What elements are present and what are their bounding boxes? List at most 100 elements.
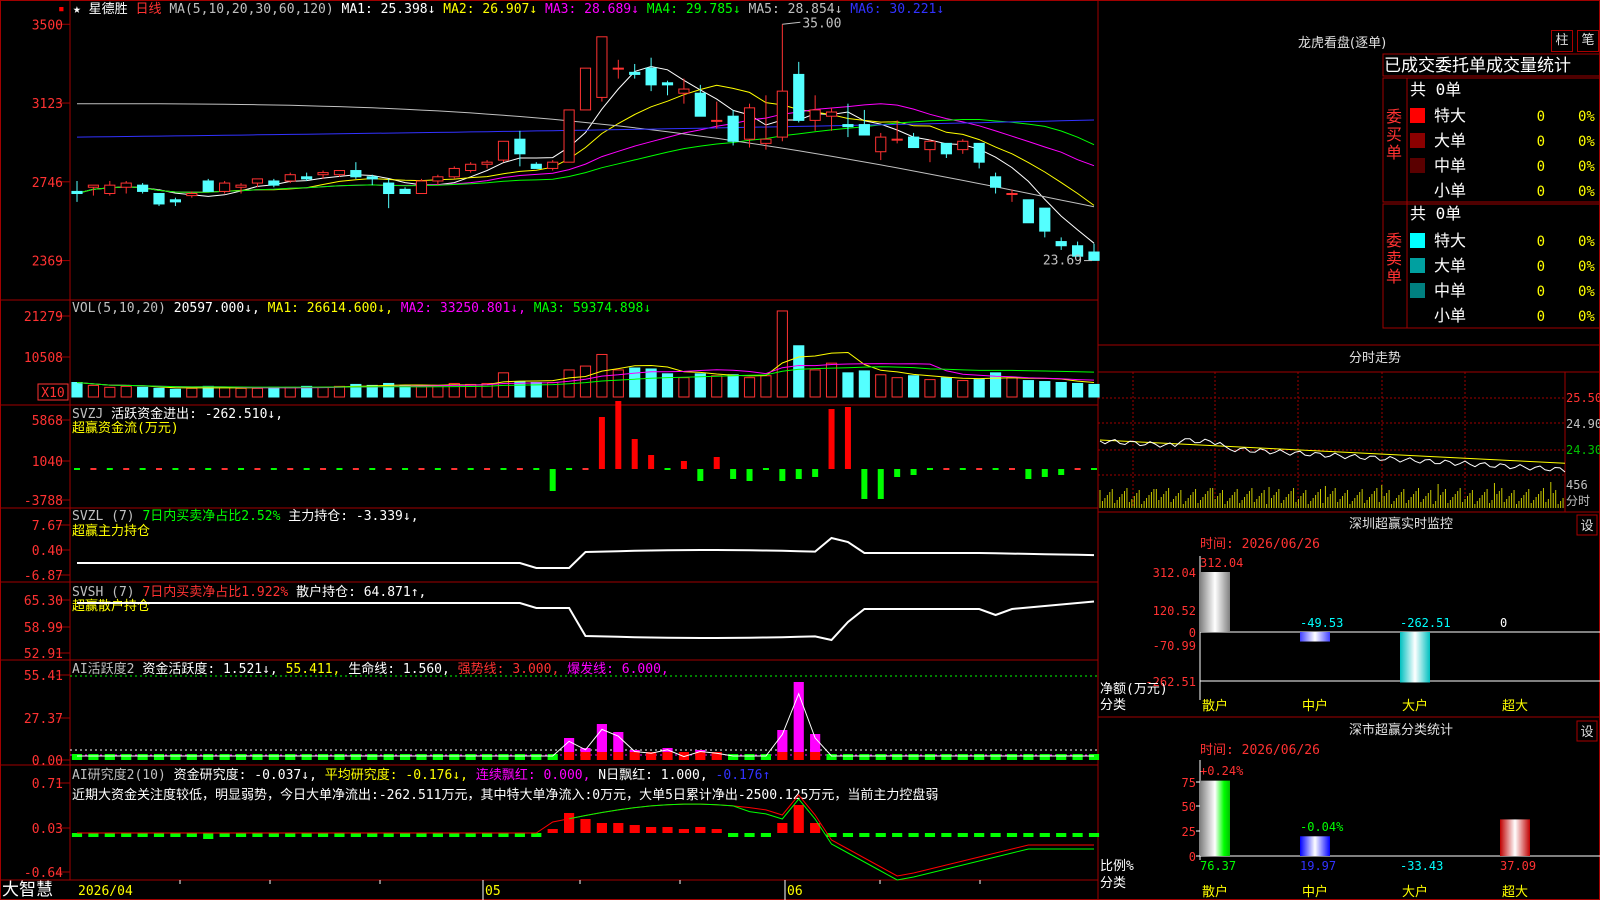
svzj-bar bbox=[582, 468, 589, 470]
ai-active-base bbox=[613, 752, 624, 760]
ai-active-bar bbox=[1039, 754, 1050, 760]
svzj-bar bbox=[156, 468, 163, 470]
ai-active-bar bbox=[153, 754, 165, 760]
lhb-buy-side-label: 委 bbox=[1386, 107, 1402, 126]
volume-bar bbox=[727, 374, 739, 398]
sz-class-category: 散户 bbox=[1202, 884, 1228, 900]
candle-body bbox=[924, 140, 936, 151]
ai-active-bar bbox=[88, 754, 99, 760]
sz-monitor-tick: 312.04 bbox=[1153, 566, 1196, 580]
ai-research-bar bbox=[203, 833, 214, 839]
ai-research-bar bbox=[235, 833, 247, 837]
svzl-subtitle: 超赢主力持仓 bbox=[72, 523, 150, 539]
svzj-bar bbox=[828, 409, 835, 469]
candle-body bbox=[694, 92, 706, 117]
ai-research-bar bbox=[875, 833, 886, 837]
svzj-bar bbox=[1074, 468, 1081, 470]
candle-body bbox=[612, 67, 624, 70]
candle-body bbox=[776, 90, 788, 138]
lhb-sell-row-label: 特大 bbox=[1434, 231, 1466, 250]
column-mode-button[interactable]: 柱 bbox=[1551, 30, 1573, 52]
sz-class-bar bbox=[1200, 780, 1230, 856]
svzj-bar bbox=[533, 468, 540, 470]
lhb-sell-side-label: 单 bbox=[1386, 267, 1402, 286]
tick-mode-button[interactable]: 笔 bbox=[1577, 30, 1599, 52]
sz-class-value: 37.09 bbox=[1500, 859, 1536, 873]
candle-5 bbox=[153, 193, 165, 207]
ai-active-bar bbox=[186, 754, 197, 760]
candle-body bbox=[120, 182, 132, 188]
candle-body bbox=[497, 140, 510, 161]
candle-47 bbox=[842, 103, 854, 138]
sz-monitor-category: 散户 bbox=[1202, 698, 1228, 714]
svsh-axis-label: 58.99 bbox=[24, 621, 63, 636]
candle-body bbox=[284, 174, 296, 182]
ai-research-bar bbox=[498, 833, 509, 837]
svzl-axis-label: 7.67 bbox=[32, 519, 63, 534]
candle-2 bbox=[104, 180, 116, 196]
svzj-bar bbox=[369, 468, 376, 470]
ai-active-bar bbox=[285, 754, 296, 760]
candle-body bbox=[366, 176, 378, 180]
lhb-buy-row-count: 0 bbox=[1537, 184, 1545, 200]
svzj-bar bbox=[418, 468, 425, 470]
volume-bar bbox=[1088, 383, 1100, 398]
svzj-axis-label: -3788 bbox=[24, 494, 63, 509]
lhb-tab-label: 已成交委托单成交量统计 bbox=[1384, 56, 1571, 76]
lhb-sell-row-pct: 0% bbox=[1578, 309, 1595, 325]
candle-body bbox=[891, 138, 903, 141]
ai-active-base bbox=[695, 752, 706, 760]
candle-36 bbox=[661, 80, 674, 96]
volume-bar bbox=[169, 388, 182, 398]
candle-body bbox=[957, 140, 969, 151]
candle-body bbox=[87, 184, 99, 188]
volume-bar bbox=[1055, 382, 1067, 398]
svzj-bar bbox=[894, 469, 901, 477]
lhb-sell-row-swatch bbox=[1410, 233, 1425, 248]
candle-39 bbox=[711, 101, 723, 129]
lhb-buy-row-pct: 0% bbox=[1578, 159, 1595, 175]
candle-3 bbox=[120, 180, 132, 194]
lhb-sell-row-label: 大单 bbox=[1434, 256, 1466, 275]
candle-body bbox=[1006, 193, 1018, 196]
candle-body bbox=[350, 170, 362, 178]
ai-active-bar bbox=[498, 754, 509, 760]
svsh-axis-label: 65.30 bbox=[24, 594, 63, 609]
lhb-buy-row-pct: 0% bbox=[1578, 109, 1595, 125]
svzj-bar bbox=[648, 455, 655, 469]
candle-body bbox=[809, 109, 821, 121]
ai-active-bar bbox=[941, 754, 952, 760]
ai-active-bar bbox=[235, 754, 247, 760]
lhb-sell-row-label: 小单 bbox=[1434, 306, 1466, 325]
svzj-bar bbox=[877, 469, 884, 499]
candle-body bbox=[268, 180, 280, 186]
ai-active-bar bbox=[1023, 754, 1034, 760]
lhb-sell-row-count: 0 bbox=[1537, 284, 1545, 300]
volume-bar bbox=[1022, 380, 1034, 398]
ai-research-bar bbox=[367, 833, 378, 837]
ai-active-bar bbox=[974, 754, 985, 760]
ai-active-axis-label: 27.37 bbox=[24, 712, 63, 727]
intraday-title: 分时走势 bbox=[1349, 350, 1401, 366]
lhb-sell-side-label: 委 bbox=[1386, 231, 1402, 250]
volume-bar bbox=[973, 379, 985, 398]
sz-class-settings-button: 设 bbox=[1580, 725, 1593, 740]
candle-body bbox=[1022, 199, 1034, 224]
ai-active-bar bbox=[301, 754, 312, 760]
svsh-subtitle: 超赢散户持仓 bbox=[72, 598, 150, 614]
sz-monitor-xlabel: 分类 bbox=[1100, 698, 1126, 713]
ai-research-bar bbox=[908, 833, 919, 837]
sz-class-tick: 75 bbox=[1182, 776, 1196, 790]
svzj-bar bbox=[1008, 468, 1015, 470]
svzj-bar bbox=[664, 468, 671, 470]
candle-48 bbox=[858, 109, 870, 136]
low-price-label: 23.69 bbox=[1043, 254, 1082, 269]
svzj-bar bbox=[844, 407, 851, 469]
intraday-price-high: 25.50 bbox=[1566, 391, 1600, 405]
ai-active-bar bbox=[137, 754, 148, 760]
ai-research-bar bbox=[317, 833, 329, 837]
svzj-bar bbox=[139, 468, 146, 470]
svzj-bar bbox=[516, 468, 523, 470]
sz-monitor-value: 0 bbox=[1500, 616, 1507, 630]
svzj-bar bbox=[320, 468, 327, 470]
